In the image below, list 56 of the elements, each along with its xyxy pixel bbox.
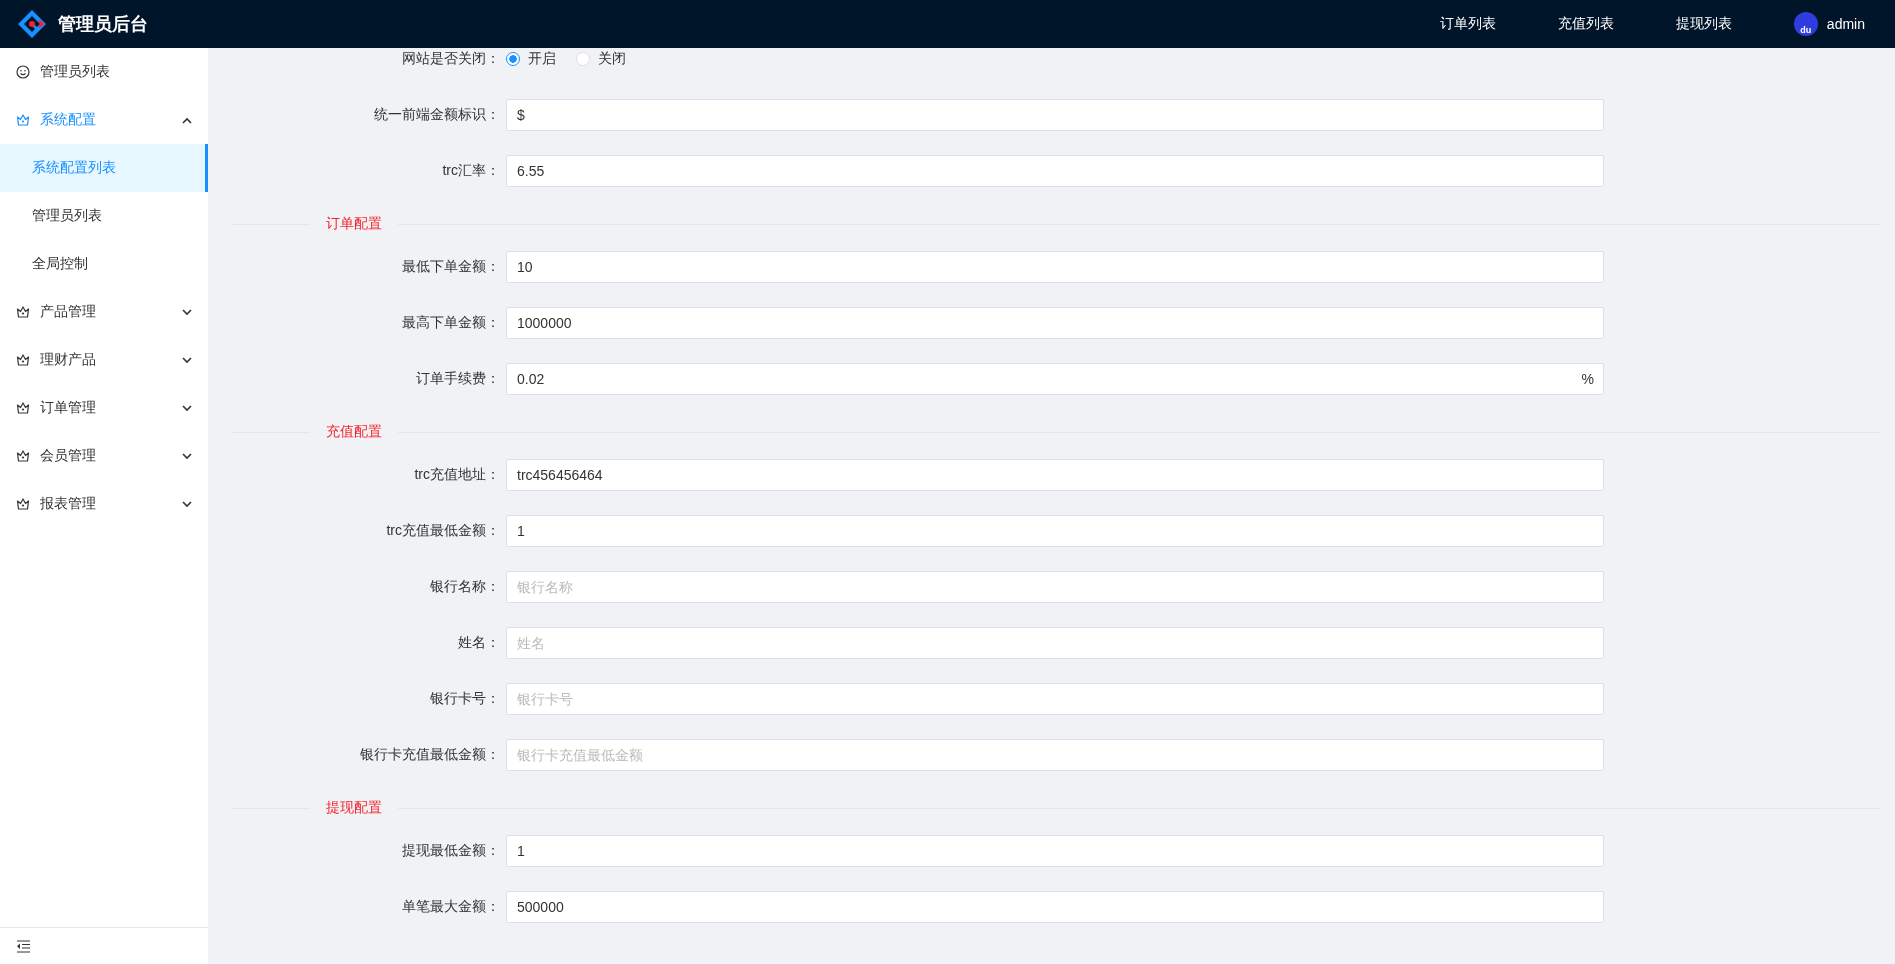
menu-item[interactable]: 报表管理 — [0, 480, 208, 528]
logo-icon — [16, 8, 48, 40]
menu-item[interactable]: 产品管理 — [0, 288, 208, 336]
radio-option[interactable]: 关闭 — [576, 50, 626, 68]
field-label: 订单手续费： — [415, 370, 500, 388]
user-avatar[interactable]: du — [1793, 12, 1818, 36]
crown-icon — [16, 305, 30, 319]
menu-item[interactable]: 会员管理 — [0, 432, 208, 480]
input-field[interactable]: 1 — [506, 515, 1604, 547]
smiley-icon — [16, 65, 30, 79]
field-label: 网站是否关闭： — [401, 50, 500, 68]
field-label: 统一前端金额标识： — [373, 106, 500, 124]
app-title: 管理员后台 — [58, 13, 148, 36]
menu-item[interactable]: 订单管理 — [0, 384, 208, 432]
input-field[interactable]: 姓名 — [506, 627, 1604, 659]
collapse-menu-icon[interactable] — [16, 939, 30, 953]
input-field[interactable]: 1 — [506, 835, 1604, 867]
input-field[interactable]: 6.55 — [506, 155, 1604, 187]
section-title: 订单配置 — [325, 215, 383, 233]
input-field[interactable]: 1000000 — [506, 307, 1604, 339]
field-label: trc汇率： — [441, 162, 500, 180]
crown-icon — [16, 401, 30, 415]
input-field[interactable]: $ — [506, 99, 1604, 131]
user-name[interactable]: admin — [1826, 16, 1865, 32]
radio-button[interactable] — [506, 52, 520, 66]
nav-link[interactable]: 订单列表 — [1439, 15, 1496, 33]
crown-icon — [16, 497, 30, 511]
radio-option[interactable]: 开启 — [506, 50, 556, 68]
crown-icon — [16, 449, 30, 463]
input-field[interactable]: 银行名称 — [506, 571, 1604, 603]
crown-icon — [16, 113, 30, 127]
field-label: 最低下单金额： — [401, 258, 500, 276]
field-label: trc充值最低金额： — [385, 522, 500, 540]
field-label: 银行卡号： — [429, 690, 500, 708]
submenu-item[interactable]: 管理员列表 — [0, 192, 208, 240]
input-field[interactable]: 500000 — [506, 891, 1604, 923]
field-label: 单笔最大金额： — [401, 898, 500, 916]
input-field[interactable]: trc456456464 — [506, 459, 1604, 491]
field-label: 最高下单金额： — [401, 314, 500, 332]
input-field[interactable]: 银行卡充值最低金额 — [506, 739, 1604, 771]
nav-link[interactable]: 充值列表 — [1557, 15, 1614, 33]
section-title: 充值配置 — [325, 423, 383, 441]
input-field[interactable]: 银行卡号 — [506, 683, 1604, 715]
field-label: 银行名称： — [429, 578, 500, 596]
field-label: trc充值地址： — [413, 466, 500, 484]
input-field[interactable]: 10 — [506, 251, 1604, 283]
field-label: 姓名： — [457, 634, 500, 652]
field-label: 提现最低金额： — [401, 842, 500, 860]
field-label: 银行卡充值最低金额： — [359, 746, 500, 764]
nav-link[interactable]: 提现列表 — [1675, 15, 1732, 33]
submenu-item[interactable]: 全局控制 — [0, 240, 208, 288]
section-title: 提现配置 — [325, 799, 383, 817]
menu-item[interactable]: 理财产品 — [0, 336, 208, 384]
crown-icon — [16, 353, 30, 367]
input-suffix: % — [1581, 371, 1594, 387]
menu-item[interactable]: 管理员列表 — [0, 48, 208, 96]
